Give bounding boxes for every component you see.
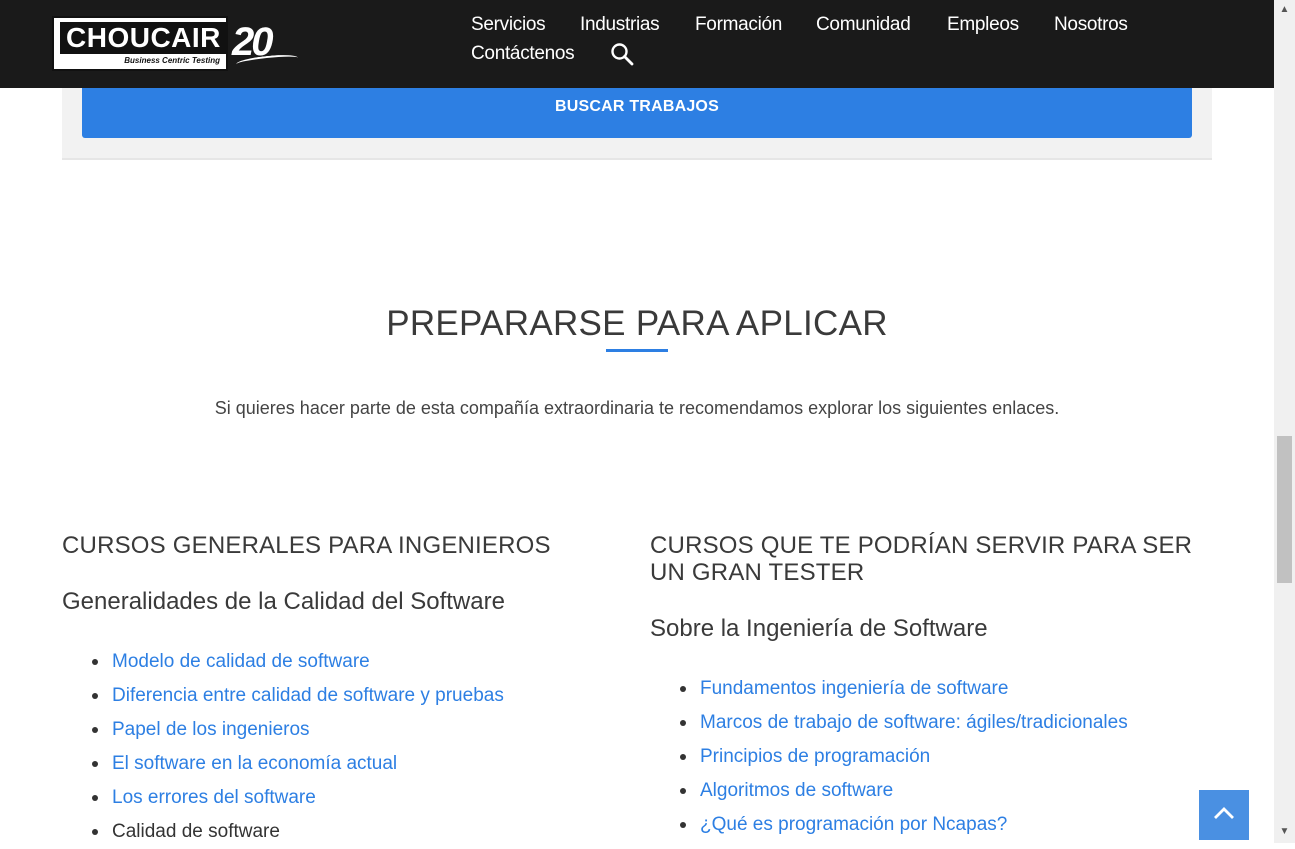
course-link[interactable]: El software en la economía actual bbox=[112, 753, 397, 774]
course-link[interactable]: Los errores del software bbox=[112, 787, 316, 808]
list-item[interactable]: ¿Qué es programación por Ncapas? bbox=[650, 808, 1128, 842]
chevron-up-icon bbox=[1212, 805, 1236, 826]
nav-industrias[interactable]: Industrias bbox=[580, 14, 660, 36]
course-link[interactable]: Principios de programación bbox=[700, 746, 930, 767]
section-title: PREPARARSE PARA APLICAR bbox=[386, 304, 888, 343]
nav-contactenos[interactable]: Contáctenos bbox=[471, 43, 575, 65]
nav-comunidad[interactable]: Comunidad bbox=[816, 14, 911, 36]
bullet bbox=[92, 659, 98, 665]
course-link[interactable]: ¿Qué es programación por Ncapas? bbox=[700, 814, 1007, 835]
course-link[interactable]: Modelo de calidad de software bbox=[112, 651, 370, 672]
list-item[interactable]: El software en la economía actual bbox=[62, 747, 504, 781]
nav-formacion[interactable]: Formación bbox=[695, 14, 782, 36]
nav-nosotros[interactable]: Nosotros bbox=[1054, 14, 1128, 36]
right-course-list: Fundamentos ingeniería de software Marco… bbox=[650, 672, 1128, 842]
section-intro: Si quieres hacer parte de esta compañía … bbox=[214, 398, 1060, 418]
logo[interactable]: CHOUCAIR Business Centric Testing bbox=[52, 16, 228, 71]
nav-servicios[interactable]: Servicios bbox=[471, 14, 546, 36]
nav-empleos[interactable]: Empleos bbox=[947, 14, 1019, 36]
bullet bbox=[680, 754, 686, 760]
list-item[interactable]: Fundamentos ingeniería de software bbox=[650, 672, 1128, 706]
bullet bbox=[680, 686, 686, 692]
list-item[interactable]: Modelo de calidad de software bbox=[62, 645, 504, 679]
right-heading-line2: UN GRAN TESTER bbox=[650, 559, 865, 586]
list-item[interactable]: Marcos de trabajo de software: ágiles/tr… bbox=[650, 706, 1128, 740]
bullet bbox=[92, 829, 98, 835]
bullet bbox=[680, 822, 686, 828]
left-column-heading: CURSOS GENERALES PARA INGENIEROS bbox=[62, 532, 551, 559]
list-item[interactable]: Los errores del software bbox=[62, 781, 504, 815]
scroll-up-arrow-icon[interactable]: ▲ bbox=[1277, 4, 1292, 16]
list-item: Calidad de software bbox=[62, 815, 504, 849]
left-column-subheading: Generalidades de la Calidad del Software bbox=[62, 588, 505, 615]
right-column-heading: CURSOS QUE TE PODRÍAN SERVIR PARA SER UN… bbox=[650, 532, 1192, 586]
course-link[interactable]: Papel de los ingenieros bbox=[112, 719, 310, 740]
site-header: CHOUCAIR Business Centric Testing 20 Ser… bbox=[0, 0, 1274, 88]
course-text: Calidad de software bbox=[112, 821, 280, 842]
bullet bbox=[92, 727, 98, 733]
logo-tagline: Business Centric Testing bbox=[124, 56, 220, 65]
search-icon[interactable] bbox=[610, 42, 634, 66]
scroll-down-arrow-icon[interactable]: ▼ bbox=[1277, 826, 1292, 838]
bullet bbox=[92, 795, 98, 801]
course-link[interactable]: Algoritmos de software bbox=[700, 780, 893, 801]
right-heading-line1: CURSOS QUE TE PODRÍAN SERVIR PARA SER bbox=[650, 532, 1193, 559]
scrollbar[interactable] bbox=[1274, 0, 1295, 843]
bullet bbox=[92, 693, 98, 699]
logo-text: CHOUCAIR bbox=[60, 22, 227, 54]
left-course-list: Modelo de calidad de software Diferencia… bbox=[62, 645, 504, 849]
course-link[interactable]: Fundamentos ingeniería de software bbox=[700, 678, 1008, 699]
title-underline bbox=[606, 349, 668, 352]
bullet bbox=[680, 788, 686, 794]
course-link[interactable]: Marcos de trabajo de software: ágiles/tr… bbox=[700, 712, 1128, 733]
list-item[interactable]: Diferencia entre calidad de software y p… bbox=[62, 679, 504, 713]
bullet bbox=[92, 761, 98, 767]
bullet bbox=[680, 720, 686, 726]
course-link[interactable]: Diferencia entre calidad de software y p… bbox=[112, 685, 504, 706]
list-item[interactable]: Principios de programación bbox=[650, 740, 1128, 774]
right-column-subheading: Sobre la Ingeniería de Software bbox=[650, 615, 988, 642]
list-item[interactable]: Papel de los ingenieros bbox=[62, 713, 504, 747]
back-to-top-button[interactable] bbox=[1199, 790, 1249, 840]
scrollbar-thumb[interactable] bbox=[1277, 436, 1292, 583]
list-item[interactable]: Algoritmos de software bbox=[650, 774, 1128, 808]
